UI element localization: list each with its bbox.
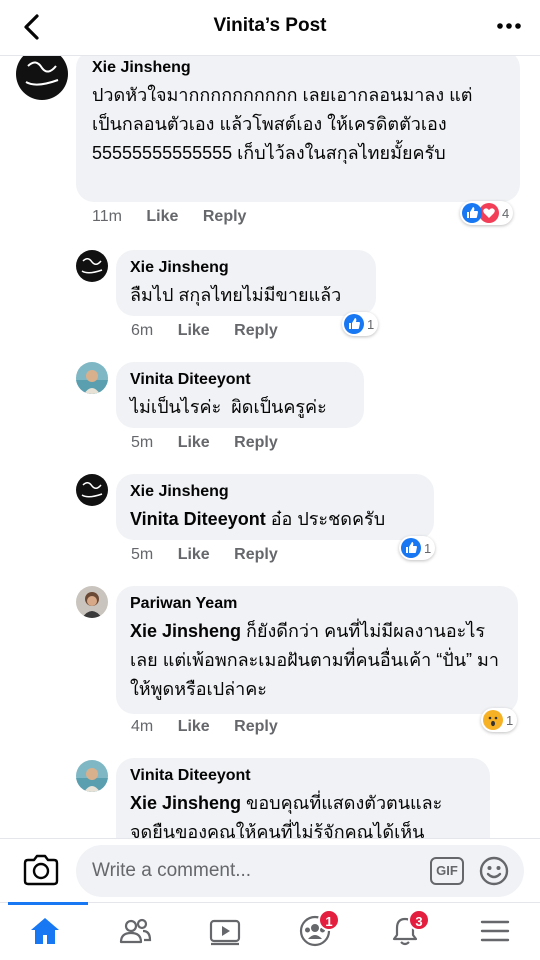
bottom-navigation: 1 3 — [0, 902, 540, 960]
nav-home[interactable] — [0, 902, 90, 960]
comment-time: 6m — [131, 322, 154, 339]
camera-icon[interactable] — [22, 853, 60, 887]
comment-actions: 5m Like Reply — [131, 546, 278, 564]
reaction-count: 1 — [506, 712, 514, 728]
like-button[interactable]: Like — [178, 434, 210, 452]
like-reaction-icon — [401, 538, 421, 558]
comment-text: Xie Jinsheng ก็ยังดีกว่า คนที่ไม่มีผลงาน… — [130, 617, 504, 704]
notifications-badge: 3 — [408, 909, 430, 931]
groups-badge: 1 — [318, 909, 340, 931]
comment-list: Xie Jinsheng ปวดหัวใจมากกกกกกกกกก เลยเอา… — [0, 56, 540, 838]
mention-link[interactable]: Vinita Diteeyont — [130, 509, 266, 529]
comment-author[interactable]: Xie Jinsheng — [130, 482, 420, 502]
comment-actions: 5m Like Reply — [131, 434, 278, 452]
active-tab-indicator — [8, 902, 88, 905]
comment-time: 5m — [131, 434, 154, 451]
avatar[interactable] — [76, 362, 108, 394]
reaction-count: 1 — [424, 540, 432, 556]
like-button[interactable]: Like — [178, 546, 210, 564]
reply-button[interactable]: Reply — [234, 546, 278, 564]
reply-button[interactable]: Reply — [234, 718, 278, 736]
emoji-icon[interactable] — [478, 855, 510, 887]
comment-bubble: Vinita Diteeyont Xie Jinsheng ขอบคุณที่แ… — [116, 758, 490, 838]
love-reaction-icon — [479, 203, 499, 223]
reaction-summary[interactable]: 4 — [460, 201, 514, 225]
comment-actions: 6m Like Reply — [131, 322, 278, 340]
gif-button[interactable]: GIF — [430, 857, 464, 885]
reply-button[interactable]: Reply — [203, 208, 247, 226]
reply-button[interactable]: Reply — [234, 322, 278, 340]
nav-groups[interactable]: 1 — [270, 903, 360, 960]
nav-notifications[interactable]: 3 — [360, 903, 450, 960]
top-bar: Vinita’s Post — [0, 0, 540, 56]
comment-text: ปวดหัวใจมากกกกกกกกกก เลยเอากลอนมาลง แต่เ… — [92, 85, 473, 163]
mention-link[interactable]: Xie Jinsheng — [130, 621, 241, 641]
like-button[interactable]: Like — [146, 208, 178, 226]
like-reaction-icon — [462, 203, 482, 223]
reaction-count: 4 — [502, 205, 510, 221]
more-options-icon[interactable] — [496, 16, 522, 36]
reaction-summary[interactable]: 1 — [481, 708, 518, 732]
nav-watch[interactable] — [180, 903, 270, 960]
comment-input[interactable] — [92, 845, 422, 897]
comment-author[interactable]: Vinita Diteeyont — [130, 766, 476, 786]
wow-reaction-icon — [483, 710, 503, 730]
comment-author[interactable]: Vinita Diteeyont — [130, 370, 350, 390]
avatar[interactable] — [76, 474, 108, 506]
page-title: Vinita’s Post — [213, 15, 327, 36]
comment-time: 4m — [131, 718, 154, 735]
comment-bubble: Vinita Diteeyont ไม่เป็นไรค่ะ ผิดเป็นครู… — [116, 362, 364, 428]
comment-actions: 11m Like Reply — [92, 208, 246, 226]
like-reaction-icon — [344, 314, 364, 334]
comment-author[interactable]: Pariwan Yeam — [130, 594, 504, 614]
comment-author[interactable]: Xie Jinsheng — [130, 258, 362, 278]
avatar[interactable] — [76, 250, 108, 282]
comment-body: อ๋อ ประชดครับ — [265, 509, 386, 529]
menu-icon — [480, 920, 510, 942]
comment-actions: 4m Like Reply — [131, 718, 278, 736]
like-button[interactable]: Like — [178, 718, 210, 736]
comment-text: ลืมไป สกุลไทยไม่มีขายแล้ว — [130, 285, 342, 305]
avatar[interactable] — [76, 760, 108, 792]
comment-text: ไม่เป็นไรค่ะ ผิดเป็นครูค่ะ — [130, 397, 327, 417]
comment-input-box[interactable]: GIF — [76, 845, 524, 897]
video-icon — [209, 919, 241, 946]
reaction-summary[interactable]: 1 — [342, 312, 379, 336]
comment-composer: GIF — [0, 838, 540, 902]
reaction-summary[interactable]: 1 — [399, 536, 436, 560]
avatar[interactable] — [16, 56, 68, 100]
comment-text: Xie Jinsheng ขอบคุณที่แสดงตัวตนและจุดยืน… — [130, 789, 476, 838]
comment-time: 11m — [92, 208, 122, 225]
comment-text: Vinita Diteeyont อ๋อ ประชดครับ — [130, 505, 420, 534]
nav-friends[interactable] — [90, 903, 180, 960]
comment-bubble: Xie Jinsheng ปวดหัวใจมากกกกกกกกกก เลยเอา… — [76, 56, 520, 202]
avatar[interactable] — [76, 586, 108, 618]
friends-icon — [119, 918, 152, 944]
home-icon — [31, 918, 59, 944]
comment-time: 5m — [131, 546, 154, 563]
reaction-count: 1 — [367, 316, 375, 332]
comment-bubble: Xie Jinsheng Vinita Diteeyont อ๋อ ประชดค… — [116, 474, 434, 540]
reply-button[interactable]: Reply — [234, 434, 278, 452]
like-button[interactable]: Like — [178, 322, 210, 340]
comment-bubble: Pariwan Yeam Xie Jinsheng ก็ยังดีกว่า คน… — [116, 586, 518, 714]
comment-author[interactable]: Xie Jinsheng — [92, 58, 506, 78]
mention-link[interactable]: Xie Jinsheng — [130, 793, 241, 813]
nav-menu[interactable] — [450, 903, 540, 960]
comment-bubble: Xie Jinsheng ลืมไป สกุลไทยไม่มีขายแล้ว — [116, 250, 376, 316]
